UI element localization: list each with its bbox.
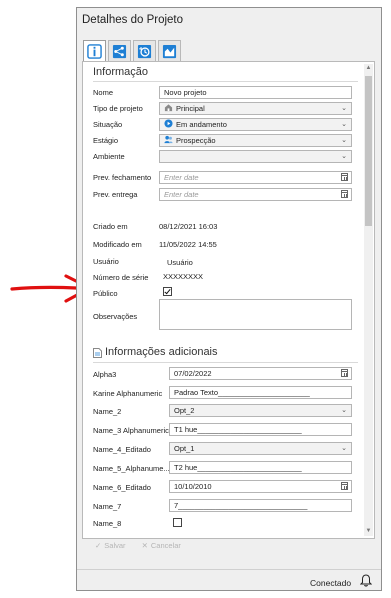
name2-value: Opt_2 bbox=[174, 406, 195, 415]
nome-input[interactable]: Novo projeto bbox=[159, 86, 352, 99]
name3-input[interactable]: T1 hue_________________________ bbox=[169, 423, 352, 436]
info-icon bbox=[87, 44, 102, 59]
scroll-up-icon[interactable]: ▲ bbox=[364, 64, 373, 73]
criado-label: Criado em bbox=[93, 222, 128, 231]
calendar-icon[interactable] bbox=[341, 190, 348, 198]
name6-value: 10/10/2010 bbox=[174, 482, 212, 491]
section-divider bbox=[93, 362, 358, 363]
chevron-down-icon: ⌄ bbox=[341, 105, 347, 112]
save-button[interactable]: ✓ Salvar bbox=[95, 541, 126, 550]
document-icon bbox=[93, 348, 102, 358]
situacao-value: Em andamento bbox=[176, 120, 227, 129]
info-section-title: Informação bbox=[93, 66, 149, 78]
close-icon: ✕ bbox=[141, 541, 148, 550]
tipo-select[interactable]: Principal ⌄ bbox=[159, 102, 352, 115]
tipo-label: Tipo de projeto bbox=[93, 104, 143, 113]
fechamento-label: Prev. fechamento bbox=[93, 173, 152, 182]
serie-label: Número de série bbox=[93, 273, 149, 282]
karine-label: Karine Alphanumeric bbox=[93, 389, 163, 398]
modificado-label: Modificado em bbox=[93, 240, 142, 249]
ambiente-label: Ambiente bbox=[93, 152, 125, 161]
name6-label: Name_6_Editado bbox=[93, 483, 151, 492]
chevron-down-icon: ⌄ bbox=[341, 153, 347, 160]
modificado-value: 11/05/2022 14:55 bbox=[159, 240, 217, 249]
history-icon bbox=[137, 44, 152, 58]
entrega-label: Prev. entrega bbox=[93, 190, 138, 199]
calendar-icon[interactable] bbox=[341, 482, 348, 490]
project-details-window: Detalhes do Projeto Informação Nome Novo… bbox=[76, 7, 382, 591]
situacao-label: Situação bbox=[93, 120, 123, 129]
tab-history[interactable] bbox=[133, 40, 156, 61]
ambiente-select[interactable]: ⌄ bbox=[159, 150, 352, 163]
chevron-down-icon: ⌄ bbox=[341, 121, 347, 128]
alpha3-value: 07/02/2022 bbox=[174, 369, 212, 378]
name5-input[interactable]: T2 hue_________________________ bbox=[169, 461, 352, 474]
save-label: Salvar bbox=[104, 541, 126, 550]
scroll-thumb[interactable] bbox=[365, 76, 372, 226]
bell-icon[interactable] bbox=[360, 574, 372, 587]
name6-date-input[interactable]: 10/10/2010 bbox=[169, 480, 352, 493]
situacao-select[interactable]: Em andamento ⌄ bbox=[159, 118, 352, 131]
estagio-label: Estágio bbox=[93, 136, 119, 145]
action-bar: ✓ Salvar ✕ Cancelar bbox=[95, 541, 181, 550]
check-icon bbox=[164, 287, 171, 295]
serie-value: XXXXXXXX bbox=[163, 272, 204, 281]
hierarchy-icon bbox=[112, 44, 127, 58]
entrega-date-input[interactable]: Enter date bbox=[159, 188, 352, 201]
name3-label: Name_3 Alphanumeric bbox=[93, 426, 169, 435]
estagio-value: Prospecção bbox=[176, 136, 216, 145]
connection-status: Conectado bbox=[310, 578, 352, 588]
scroll-down-icon[interactable]: ▼ bbox=[364, 527, 373, 536]
criado-value: 08/12/2021 16:03 bbox=[159, 222, 218, 231]
chevron-down-icon: ⌄ bbox=[341, 445, 347, 452]
usuario-value: Usuário bbox=[167, 258, 193, 267]
tab-chart[interactable] bbox=[158, 40, 181, 61]
status-divider bbox=[77, 569, 381, 570]
tab-info[interactable] bbox=[83, 40, 106, 62]
calendar-icon[interactable] bbox=[341, 369, 348, 377]
name4-label: Name_4_Editado bbox=[93, 445, 151, 454]
name2-label: Name_2 bbox=[93, 407, 122, 416]
estagio-select[interactable]: Prospecção ⌄ bbox=[159, 134, 352, 147]
alpha3-label: Alpha3 bbox=[93, 370, 117, 379]
name4-select[interactable]: Opt_1 ⌄ bbox=[169, 442, 352, 455]
chart-icon bbox=[162, 44, 177, 58]
tab-hierarchy[interactable] bbox=[108, 40, 131, 61]
chevron-down-icon: ⌄ bbox=[341, 137, 347, 144]
details-panel: Informação Nome Novo projeto Tipo de pro… bbox=[82, 61, 375, 539]
tab-strip bbox=[83, 40, 203, 62]
calendar-icon[interactable] bbox=[341, 173, 348, 181]
karine-input[interactable]: Padrao Texto______________________ bbox=[169, 386, 352, 399]
fechamento-date-input[interactable]: Enter date bbox=[159, 171, 352, 184]
name7-input[interactable]: 7_______________________________ bbox=[169, 499, 352, 512]
tipo-value: Principal bbox=[176, 104, 205, 113]
observacoes-textarea[interactable] bbox=[159, 299, 352, 330]
name4-value: Opt_1 bbox=[174, 444, 195, 453]
name8-checkbox[interactable] bbox=[173, 518, 182, 527]
publico-label: Público bbox=[93, 289, 118, 298]
alpha3-date-input[interactable]: 07/02/2022 bbox=[169, 367, 352, 380]
name5-label: Name_5_Alphanume... bbox=[93, 464, 170, 473]
fechamento-placeholder: Enter date bbox=[164, 173, 199, 182]
observacoes-label: Observações bbox=[93, 312, 138, 321]
window-title: Detalhes do Projeto bbox=[82, 14, 184, 26]
publico-checkbox[interactable] bbox=[163, 287, 172, 296]
chevron-down-icon: ⌄ bbox=[341, 407, 347, 414]
entrega-placeholder: Enter date bbox=[164, 190, 199, 199]
name7-label: Name_7 bbox=[93, 502, 122, 511]
cancel-button[interactable]: ✕ Cancelar bbox=[142, 541, 181, 550]
play-icon bbox=[164, 119, 173, 128]
users-icon bbox=[164, 135, 173, 144]
section-divider bbox=[93, 81, 358, 82]
name2-select[interactable]: Opt_2 ⌄ bbox=[169, 404, 352, 417]
additional-section-title: Informações adicionais bbox=[105, 346, 218, 358]
name8-label: Name_8 bbox=[93, 519, 122, 528]
vertical-scrollbar[interactable]: ▲ ▼ bbox=[364, 64, 373, 536]
checkmark-icon: ✓ bbox=[95, 541, 102, 550]
cancel-label: Cancelar bbox=[150, 541, 181, 550]
home-icon bbox=[164, 104, 173, 112]
usuario-label: Usuário bbox=[93, 257, 119, 266]
nome-label: Nome bbox=[93, 88, 114, 97]
